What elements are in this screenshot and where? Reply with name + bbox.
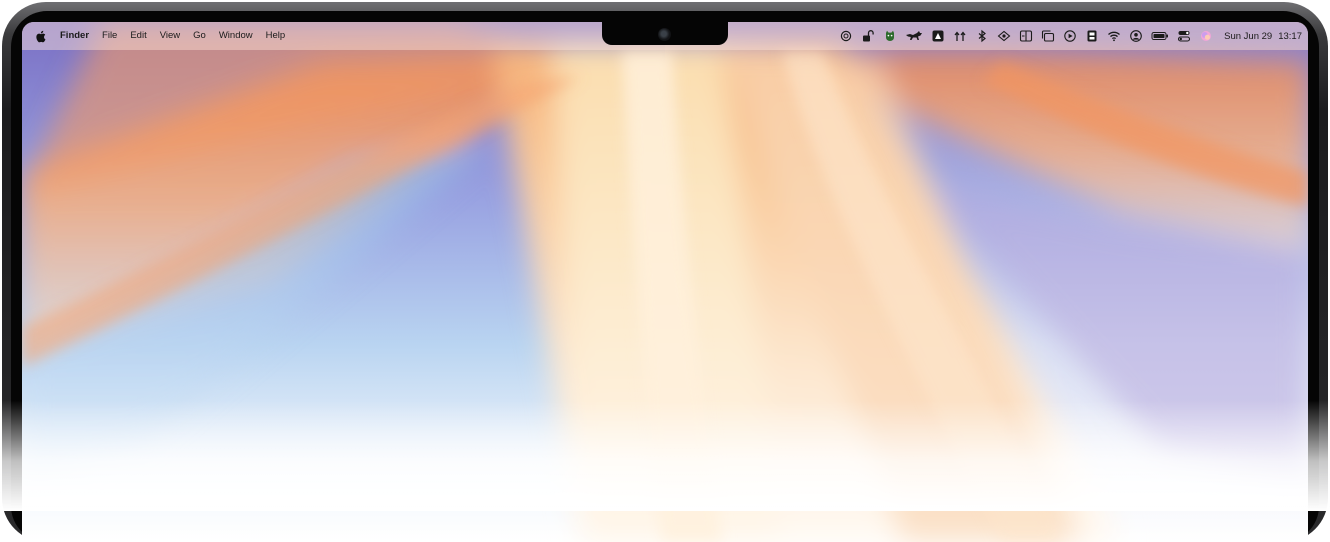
bottom-fade [0, 400, 1330, 511]
battery-icon[interactable] [1151, 29, 1169, 43]
menu-file[interactable]: File [96, 22, 124, 50]
play-icon[interactable] [1063, 29, 1077, 43]
menu-help[interactable]: Help [259, 22, 292, 50]
stage-manager-icon[interactable] [1041, 29, 1055, 43]
dropzone-icon[interactable] [931, 29, 945, 43]
wifi-icon[interactable] [1107, 29, 1121, 43]
cat-icon[interactable] [883, 29, 897, 43]
sidebar-app-icon[interactable] [1085, 29, 1099, 43]
menu-bar-clock[interactable]: Sun Jun 29 13:17 [1224, 31, 1302, 42]
control-center-icon[interactable] [1177, 29, 1191, 43]
menu-edit[interactable]: Edit [124, 22, 153, 50]
camera-notch [602, 22, 728, 45]
menu-window[interactable]: Window [212, 22, 259, 50]
menu-go[interactable]: Go [187, 22, 213, 50]
camera-icon [658, 28, 671, 41]
airdrop-share-icon[interactable] [953, 29, 967, 43]
menu-view[interactable]: View [153, 22, 186, 50]
chatgpt-icon[interactable] [839, 29, 853, 43]
clock-date: Sun Jun 29 [1224, 30, 1273, 42]
eye-code-icon[interactable] [997, 29, 1011, 43]
siri-icon[interactable] [1199, 29, 1213, 43]
menu-app-finder[interactable]: Finder [56, 22, 96, 50]
unlock-icon[interactable] [861, 29, 875, 43]
bluetooth-icon[interactable] [975, 29, 989, 43]
user-icon[interactable] [1129, 29, 1143, 43]
clock-time: 13:17 [1278, 30, 1302, 42]
running-cat-icon[interactable] [905, 29, 923, 43]
window-split-icon[interactable] [1019, 29, 1033, 43]
apple-logo-icon[interactable] [35, 30, 46, 43]
